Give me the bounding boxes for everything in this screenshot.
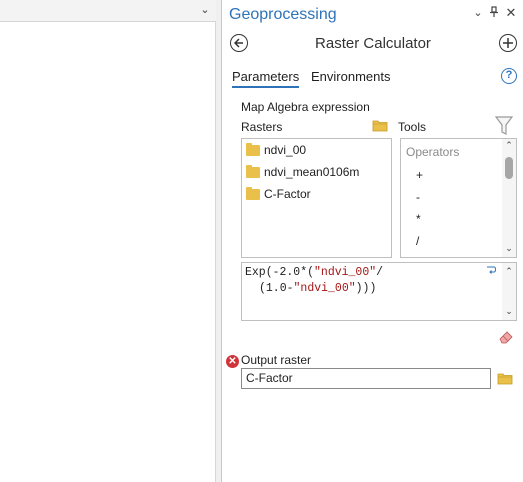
tab-environments[interactable]: Environments [311, 69, 390, 84]
chevron-down-icon[interactable]: ⌄ [198, 3, 212, 17]
expression-line-1: Exp(-2.0*("ndvi_00"/ [245, 265, 513, 281]
expression-text: / [376, 266, 384, 279]
scrollbar[interactable]: ⌃ ⌄ [502, 139, 516, 257]
expression-line-2: (1.0-"ndvi_00"))) [245, 281, 513, 297]
scroll-down-icon[interactable]: ⌄ [502, 304, 516, 320]
list-item[interactable]: ndvi_mean0106m [246, 163, 359, 181]
chevron-down-icon[interactable]: ⌄ [471, 6, 485, 20]
scroll-down-icon[interactable]: ⌄ [502, 243, 516, 254]
folder-icon [246, 164, 260, 178]
output-raster-label: Output raster [241, 353, 312, 367]
help-icon[interactable]: ? [501, 68, 517, 84]
tab-parameters[interactable]: Parameters [232, 69, 300, 88]
pane-title: Geoprocessing [229, 6, 337, 23]
scroll-up-icon[interactable]: ⌃ [502, 140, 516, 151]
close-icon[interactable]: ✕ [504, 6, 518, 20]
rasters-list[interactable]: ndvi_00 ndvi_mean0106m C-Factor [241, 138, 392, 258]
operator-item[interactable]: + [416, 168, 423, 182]
scroll-thumb[interactable] [505, 157, 513, 179]
left-pane-header: ⌄ [0, 0, 216, 22]
operator-item[interactable]: / [416, 234, 419, 248]
scrollbar[interactable]: ⌃ ⌄ [502, 263, 516, 320]
tool-title: Raster Calculator [315, 35, 431, 52]
operators-header: Operators [406, 145, 460, 159]
expression-editor[interactable]: Exp(-2.0*("ndvi_00"/ (1.0-"ndvi_00"))) ⌃… [241, 262, 517, 321]
expression-string: "ndvi_00" [314, 266, 377, 279]
pin-icon[interactable] [487, 6, 501, 20]
expression-text: ))) [355, 282, 377, 295]
tools-list[interactable]: Operators + - * / ⌃ ⌄ [400, 138, 517, 258]
expression-text: (1.0- [259, 282, 294, 295]
folder-icon[interactable] [497, 372, 513, 388]
eraser-icon[interactable] [498, 330, 514, 347]
folder-icon [246, 186, 260, 200]
map-algebra-label: Map Algebra expression [241, 100, 370, 114]
expression-string: "ndvi_00" [293, 282, 356, 295]
operator-item[interactable]: - [416, 190, 420, 204]
list-item[interactable]: C-Factor [246, 185, 311, 203]
error-icon: ✕ [226, 355, 239, 368]
expression-text: Exp(-2.0*( [245, 266, 315, 279]
scroll-up-icon[interactable]: ⌃ [502, 264, 516, 280]
output-raster-input[interactable]: C-Factor [241, 368, 491, 389]
operator-item[interactable]: * [416, 212, 421, 226]
tools-label: Tools [398, 120, 427, 134]
add-icon[interactable] [499, 34, 517, 52]
raster-name: ndvi_00 [264, 143, 307, 157]
raster-name: ndvi_mean0106m [264, 165, 360, 179]
filter-icon[interactable] [494, 116, 514, 139]
rasters-label: Rasters [241, 120, 283, 134]
geoprocessing-pane: Geoprocessing ⌄ ✕ Raster Calculator Para… [221, 0, 523, 482]
list-item[interactable]: ndvi_00 [246, 141, 306, 159]
word-wrap-icon[interactable] [486, 265, 497, 278]
raster-name: C-Factor [264, 187, 311, 201]
left-pane: ⌄ [0, 0, 216, 482]
folder-icon [246, 142, 260, 156]
folder-icon[interactable] [372, 119, 388, 135]
